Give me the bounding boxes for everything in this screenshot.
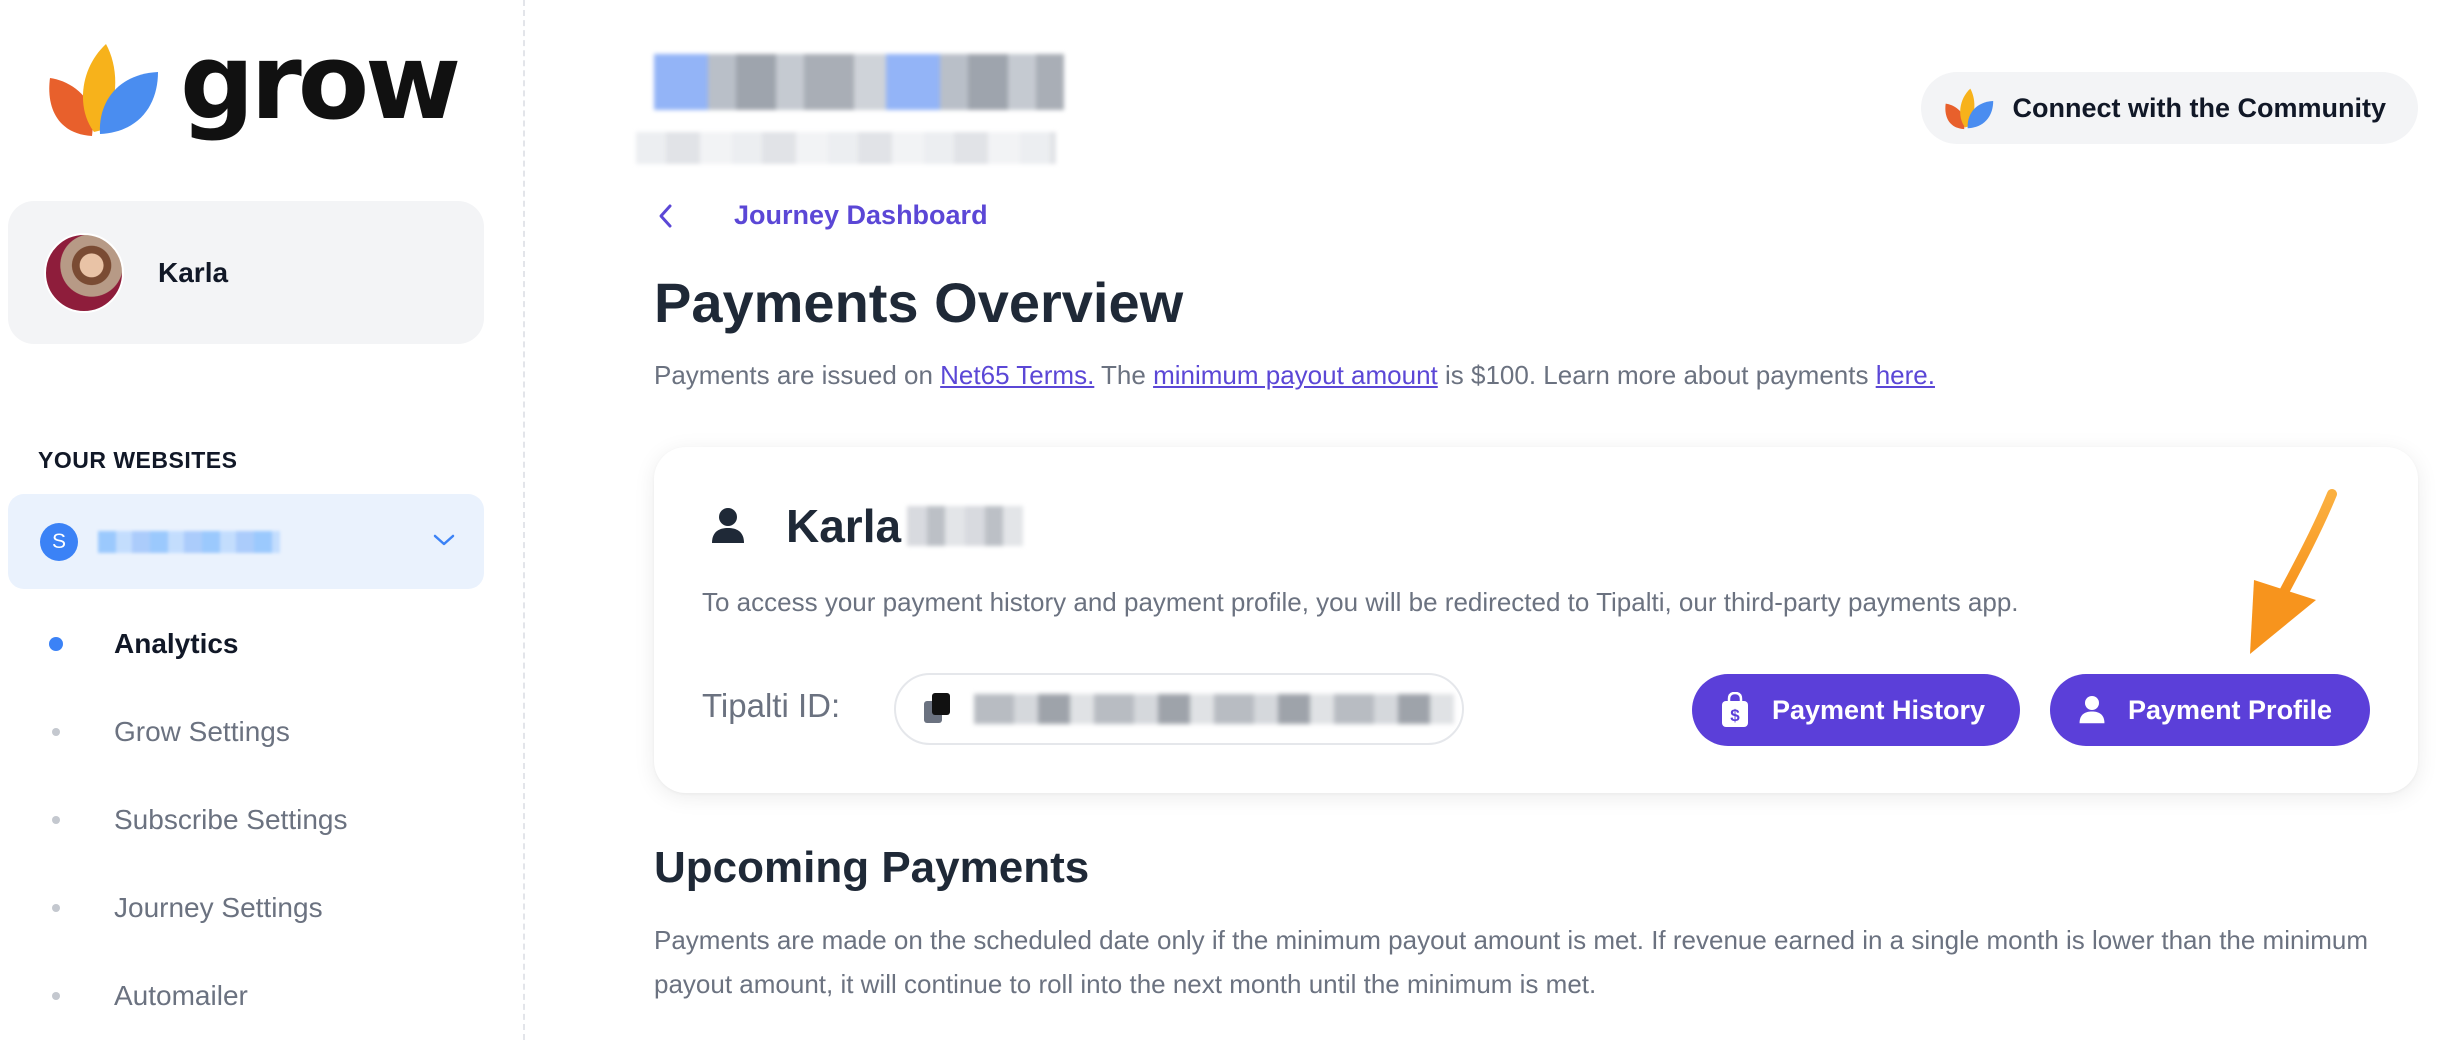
- upcoming-payments-description: Payments are made on the scheduled date …: [654, 925, 2369, 999]
- shopping-bag-dollar-icon: $: [1722, 692, 1748, 727]
- breadcrumb-label: Journey Dashboard: [734, 200, 988, 230]
- chevron-down-icon: [433, 534, 455, 546]
- bullet-icon: [52, 816, 60, 824]
- breadcrumb[interactable]: Journey Dashboard: [654, 200, 988, 231]
- redirect-notice: To access your payment history and payme…: [702, 587, 2019, 617]
- intro-text: Payments are issued on: [654, 360, 941, 390]
- bullet-icon: [52, 992, 60, 1000]
- grow-logo[interactable]: grow: [44, 30, 461, 138]
- sidebar-item-automailer[interactable]: Automailer: [0, 952, 520, 1040]
- person-icon: [712, 508, 744, 543]
- sidebar-item-subscribe-settings[interactable]: Subscribe Settings: [0, 776, 520, 864]
- person-icon: [2079, 696, 2105, 724]
- intro-text: The: [1094, 360, 1154, 390]
- brand-name: grow: [180, 21, 461, 143]
- intro-text: is $100. Learn more about payments: [1437, 360, 1876, 390]
- sidebar: grow Karla YOUR WEBSITES S Analytics Gro…: [0, 0, 525, 1040]
- tipalti-id-field[interactable]: [894, 673, 1464, 745]
- page-title: Payments Overview: [654, 271, 1184, 334]
- card-user: Karla: [710, 499, 1024, 553]
- website-selector[interactable]: S: [8, 494, 484, 589]
- connect-community-button[interactable]: Connect with the Community: [1920, 72, 2418, 144]
- bullet-icon: [52, 904, 60, 912]
- annotation-arrow-icon: [2250, 489, 2337, 654]
- your-websites-label: YOUR WEBSITES: [38, 447, 238, 473]
- sidebar-nav: Analytics Grow Settings Subscribe Settin…: [0, 600, 520, 1040]
- sidebar-item-analytics[interactable]: Analytics: [0, 600, 520, 688]
- sidebar-item-label: Grow Settings: [114, 716, 290, 747]
- payment-profile-label: Payment Profile: [2128, 694, 2333, 725]
- learn-more-link[interactable]: here.: [1876, 360, 1935, 390]
- sidebar-item-grow-settings[interactable]: Grow Settings: [0, 688, 520, 776]
- payments-intro: Payments are issued on Net65 Terms. The …: [654, 360, 1935, 391]
- sidebar-item-journey-settings[interactable]: Journey Settings: [0, 864, 520, 952]
- tipalti-id-redacted: [974, 694, 1454, 724]
- payee-name: Karla: [786, 500, 902, 552]
- sidebar-item-label: Analytics: [114, 628, 239, 659]
- site-name-redacted: [98, 530, 280, 553]
- tipalti-id-label: Tipalti ID:: [702, 687, 841, 724]
- payment-history-label: Payment History: [1772, 694, 1986, 725]
- payment-history-button[interactable]: $ Payment History: [1692, 674, 2020, 746]
- sidebar-item-label: Automailer: [114, 980, 248, 1011]
- payment-profile-button[interactable]: Payment Profile: [2050, 674, 2370, 746]
- svg-text:$: $: [1730, 706, 1740, 725]
- avatar: [44, 232, 124, 313]
- upcoming-payments-title: Upcoming Payments: [654, 843, 1090, 892]
- minimum-payout-link[interactable]: minimum payout amount: [1153, 360, 1438, 390]
- sidebar-item-label: Journey Settings: [114, 892, 323, 923]
- chevron-left-icon: [659, 204, 672, 227]
- community-label: Connect with the Community: [2012, 92, 2387, 123]
- payee-surname-redacted: [907, 506, 1024, 546]
- payment-account-card: Karla To access your payment history and…: [654, 447, 2418, 793]
- site-tagline-redacted: [636, 132, 1056, 164]
- copy-icon[interactable]: [922, 691, 954, 727]
- grow-leaf-icon: [49, 44, 158, 136]
- sidebar-item-label: Subscribe Settings: [114, 804, 348, 835]
- active-dot-icon: [49, 637, 63, 651]
- net65-terms-link[interactable]: Net65 Terms.: [940, 360, 1094, 390]
- bullet-icon: [52, 728, 60, 736]
- user-card[interactable]: Karla: [8, 201, 484, 344]
- site-logo-redacted: [654, 54, 1064, 110]
- grow-leaf-icon: [1944, 88, 1993, 130]
- site-badge: S: [40, 522, 78, 561]
- user-name: Karla: [158, 256, 229, 288]
